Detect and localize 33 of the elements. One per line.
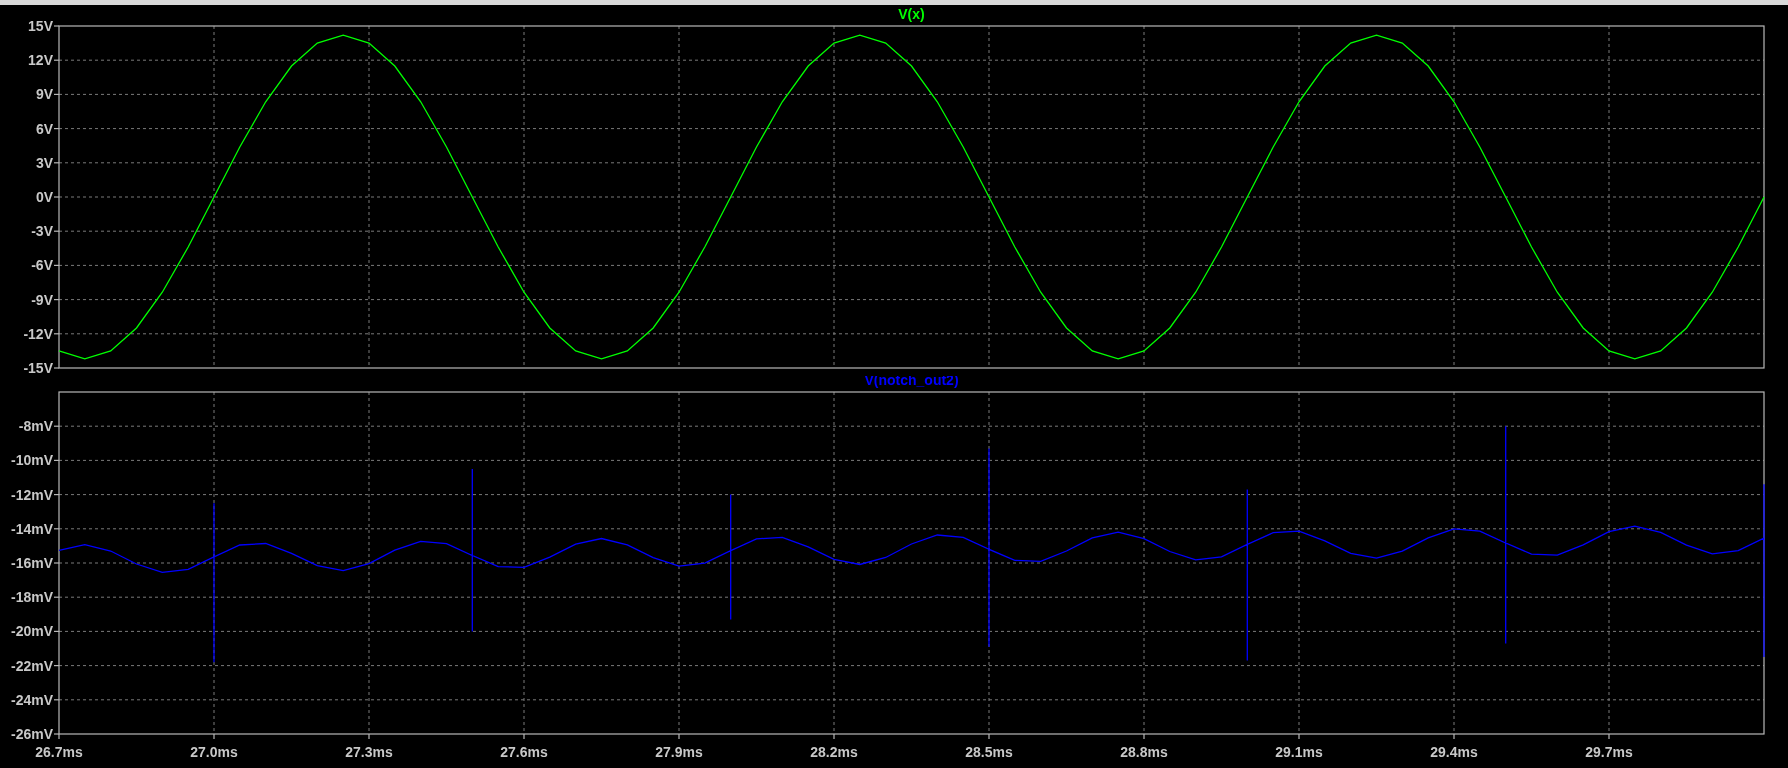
y-tick-label: -15V [23,360,53,376]
x-tick-label: 29.1ms [1275,744,1323,760]
y-tick-label: -9V [31,291,53,308]
x-tick-label: 27.6ms [500,744,548,760]
y-tick-label: -3V [31,223,53,240]
x-tick-label: 28.5ms [965,744,1013,760]
x-tick-label: 29.4ms [1430,744,1478,760]
y-tick-label: -22mV [10,657,53,674]
y-tick-label: -16mV [10,555,53,571]
y-tick-label: -26mV [10,726,53,742]
y-tick-label: -20mV [10,623,53,640]
y-tick-label: 9V [35,86,53,103]
y-tick-label: -24mV [10,691,53,708]
y-tick-label: -18mV [10,589,53,606]
y-tick-label: 12V [28,52,53,69]
x-tick-label: 29.7ms [1585,744,1633,760]
y-tick-label: -6V [31,257,53,274]
x-tick-label: 26.7ms [35,744,83,760]
y-tick-label: 0V [35,189,53,205]
y-tick-label: 15V [28,18,53,34]
y-tick-label: -12mV [10,486,53,503]
y-tick-label: -8mV [18,418,53,435]
x-tick-label: 28.8ms [1120,744,1168,760]
x-tick-label: 27.9ms [655,744,703,760]
trace-label[interactable]: V(x) [898,6,925,22]
y-tick-label: 6V [35,120,53,137]
x-tick-label: 28.2ms [810,744,858,760]
x-tick-label: 27.3ms [345,744,393,760]
y-tick-label: 3V [35,154,53,171]
y-tick-label: -12V [23,325,53,342]
x-tick-label: 27.0ms [190,744,238,760]
y-tick-label: -10mV [10,452,53,469]
y-tick-label: -14mV [10,520,53,537]
